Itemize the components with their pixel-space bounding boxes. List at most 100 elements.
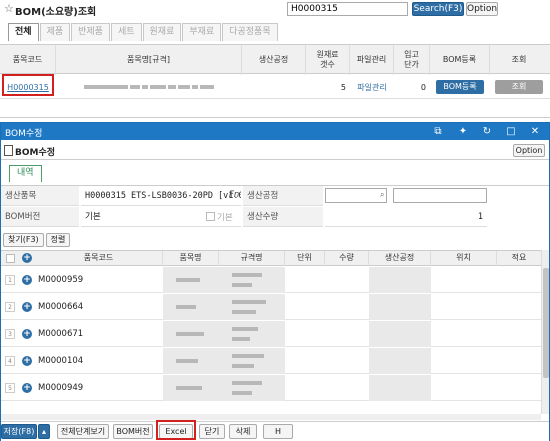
close-icon[interactable]: ✕ <box>528 125 542 138</box>
tab-raw-material[interactable]: 원재료 <box>142 23 182 41</box>
select-all-checkbox[interactable] <box>6 254 15 263</box>
item-suffix: Fn <box>229 190 240 200</box>
document-icon <box>4 145 13 156</box>
pin-icon[interactable]: ✦ <box>456 125 470 138</box>
material-count-cell: 5 <box>340 82 346 92</box>
table-header: 품목코드 품목명[규격] 생산공정 원재료 갯수 파일관리 입고단가 BOM등록… <box>0 44 550 75</box>
page-title: BOM(소요량)조회 <box>15 7 97 18</box>
default-checkbox[interactable] <box>206 212 215 221</box>
bom-grid: + 품목코드 품목명 규격명 단위 수량 생산공정 위치 적요 1 + M000… <box>1 250 541 414</box>
bom-version-button[interactable]: BOM버전 <box>113 424 153 439</box>
option-button[interactable]: Option <box>466 2 498 16</box>
tab-product[interactable]: 제품 <box>39 23 71 41</box>
expand-icon[interactable]: + <box>22 383 32 393</box>
modal-header: BOM수정 Option <box>1 142 549 160</box>
table-row[interactable]: 4 + M0000104 <box>1 348 541 374</box>
expand-icon[interactable]: + <box>22 275 32 285</box>
grid-col-location: 위치 <box>431 251 497 266</box>
grid-col-name: 품목명 <box>163 251 219 266</box>
table-row[interactable]: H0000315 5 파일관리 0 BOM등록 조회 <box>0 75 550 99</box>
find-button[interactable]: 찾기(F3) <box>3 233 44 247</box>
row-item-code[interactable]: M0000959 <box>38 267 83 293</box>
row-item-code[interactable]: M0000104 <box>38 348 83 374</box>
modal-bar-title: BOM수정 <box>5 129 43 139</box>
process-name-input[interactable] <box>393 188 487 203</box>
search-icon[interactable]: ⌕ <box>380 190 384 200</box>
process-code-input[interactable] <box>325 188 387 203</box>
row-number: 2 <box>5 302 15 312</box>
star-icon[interactable]: ☆ <box>4 2 14 15</box>
tab-set[interactable]: 세트 <box>110 23 142 41</box>
add-row-icon[interactable]: + <box>22 253 32 263</box>
table-row[interactable]: 2 + M0000664 <box>1 294 541 320</box>
tab-sub-material[interactable]: 부재료 <box>182 23 222 41</box>
view-all-levels-button[interactable]: 전체단계보기 <box>57 424 109 439</box>
item-type-tabs: 전체 제품 반제품 세트 원재료 부재료 다공정품목 <box>8 23 279 41</box>
tab-details[interactable]: 내역 <box>9 165 42 182</box>
sort-button[interactable]: 정렬 <box>45 233 71 247</box>
row-number: 3 <box>5 329 15 339</box>
search-button[interactable]: Search(F3) <box>412 2 464 16</box>
col-file: 파일관리 <box>350 45 394 75</box>
grid-col-qty: 수량 <box>325 251 369 266</box>
view-button[interactable]: 조회 <box>495 80 543 94</box>
bom-register-cell: BOM등록 <box>430 75 490 99</box>
row-item-code[interactable]: M0000664 <box>38 294 83 320</box>
col-process: 생산공정 <box>242 45 306 75</box>
col-item-code: 품목코드 <box>0 45 56 75</box>
popout-icon[interactable]: ⧉ <box>431 125 445 138</box>
grid-col-spec: 규격명 <box>219 251 285 266</box>
process-label: 생산공정 <box>243 186 323 206</box>
bom-form: 생산품목 H0000315 ETS-LSB0036-20PD [v1.0. Fn… <box>1 185 549 227</box>
bom-inquiry-window: ☆ BOM(소요량)조회 Search(F3) Option 전체 제품 반제품… <box>0 0 550 118</box>
table-row[interactable]: 5 + M0000949 <box>1 375 541 401</box>
row-number: 4 <box>5 356 15 366</box>
table-row[interactable]: 1 + M0000959 <box>1 267 541 293</box>
table-row[interactable]: 3 + M0000671 <box>1 321 541 347</box>
close-button[interactable]: 닫기 <box>199 424 225 439</box>
tab-all[interactable]: 전체 <box>8 23 39 41</box>
modal-titlebar: BOM수정 ⧉ ✦ ↻ □ ✕ <box>1 123 549 140</box>
grid-col-process: 생산공정 <box>369 251 431 266</box>
qty-value[interactable]: 1 <box>325 207 487 227</box>
modal-option-button[interactable]: Option <box>513 144 545 157</box>
col-item-name: 품목명[규격] <box>56 45 242 75</box>
default-checkbox-label: 기본 <box>217 213 233 223</box>
row-item-code[interactable]: M0000949 <box>38 375 83 401</box>
refresh-icon[interactable]: ↻ <box>480 125 494 138</box>
horizontal-scrollbar[interactable] <box>1 414 541 420</box>
col-price: 입고단가 <box>394 45 430 75</box>
item-value: H0000315 ETS-LSB0036-20PD [v1.0. <box>81 186 241 206</box>
delete-button[interactable]: 삭제 <box>229 424 257 439</box>
row-item-code[interactable]: M0000671 <box>38 321 83 347</box>
process-cell <box>242 75 306 99</box>
highlight-box <box>156 420 196 440</box>
save-button[interactable]: 저장(F8) <box>1 424 37 439</box>
tab-multi-process[interactable]: 다공정품목 <box>222 23 278 41</box>
price-cell: 0 <box>420 82 426 92</box>
view-cell: 조회 <box>490 75 548 99</box>
tab-semi-product[interactable]: 반제품 <box>71 23 110 41</box>
expand-icon[interactable]: + <box>22 356 32 366</box>
expand-icon[interactable]: + <box>22 302 32 312</box>
bom-register-button[interactable]: BOM등록 <box>436 80 484 94</box>
maximize-icon[interactable]: □ <box>504 125 518 138</box>
modal-title: BOM수정 <box>15 148 56 158</box>
search-input[interactable] <box>287 2 408 16</box>
col-bom-register: BOM등록 <box>430 45 490 75</box>
grid-col-unit: 단위 <box>285 251 325 266</box>
vertical-scrollbar[interactable] <box>541 250 549 414</box>
row-number: 1 <box>5 275 15 285</box>
action-bar: 저장(F8) ▴ 전체단계보기 BOM버전 Excel 닫기 삭제 H <box>1 421 549 441</box>
item-label: 생산품목 <box>1 186 79 206</box>
scrollbar-thumb[interactable] <box>543 268 549 378</box>
file-manage-link[interactable]: 파일관리 <box>350 75 394 99</box>
window-header: ☆ BOM(소요량)조회 Search(F3) Option <box>0 0 550 18</box>
qty-label: 생산수량 <box>243 207 323 227</box>
h-button[interactable]: H <box>263 424 293 439</box>
item-name-cell <box>56 75 242 99</box>
grid-col-code: 품목코드 <box>35 251 163 266</box>
expand-icon[interactable]: + <box>22 329 32 339</box>
save-dropdown-button[interactable]: ▴ <box>38 424 50 439</box>
col-material-count: 원재료 갯수 <box>306 45 350 75</box>
